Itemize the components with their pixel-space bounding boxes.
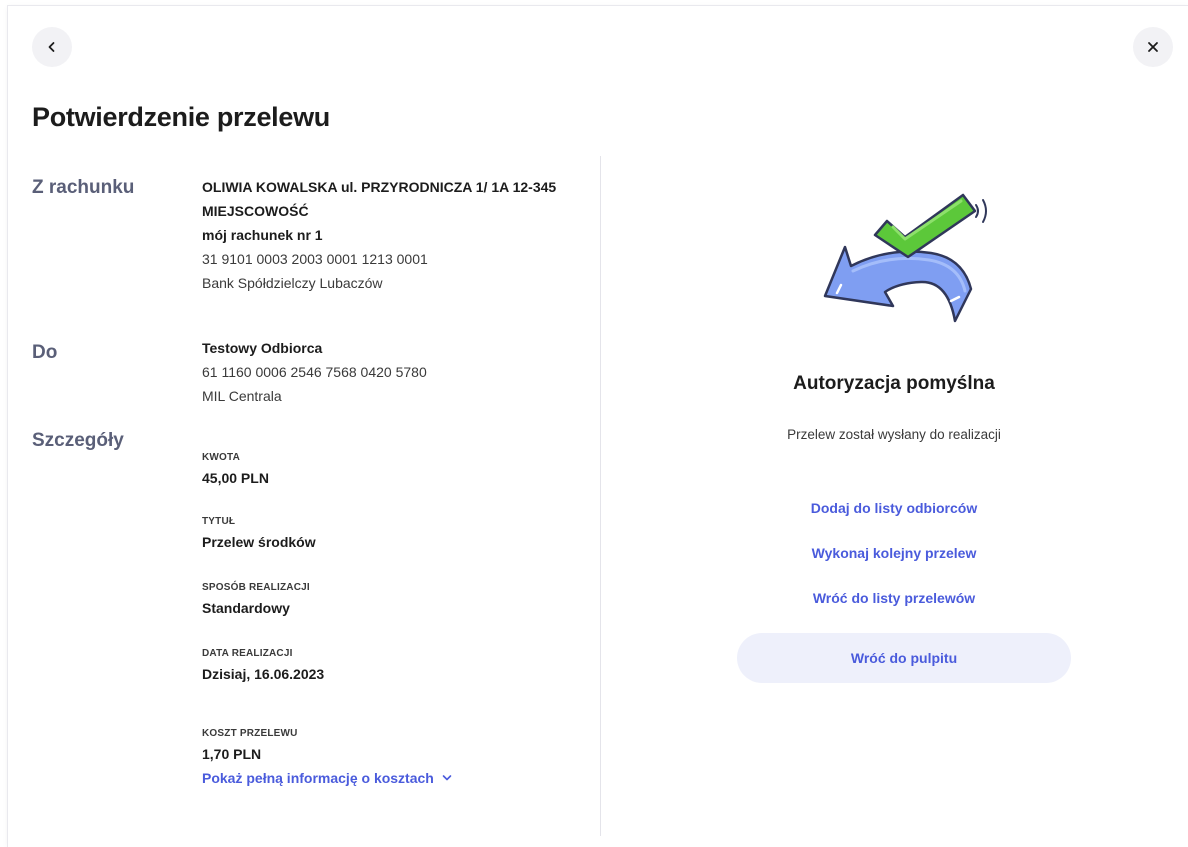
- execution-mode-value: Standardowy: [202, 600, 290, 616]
- from-account-info: OLIWIA KOWALSKA ul. PRZYRODNICZA 1/ 1A 1…: [202, 175, 556, 295]
- to-account-info: Testowy Odbiorca 61 1160 0006 2546 7568 …: [202, 336, 427, 408]
- execution-date-label: DATA REALIZACJI: [202, 648, 293, 659]
- recipient-bank-name: MIL Centrala: [202, 388, 282, 404]
- execution-mode-label: SPOSÓB REALIZACJI: [202, 582, 310, 593]
- chevron-down-icon: [442, 775, 452, 781]
- back-to-dashboard-label: Wróć do pulpitu: [850, 650, 958, 666]
- execution-date-field: DATA REALIZACJI Dzisiaj, 16.06.2023: [202, 647, 324, 685]
- recipient-account-number: 61 1160 0006 2546 7568 0420 5780: [202, 364, 427, 380]
- transfer-cost-value: 1,70 PLN: [202, 746, 262, 762]
- details-label: Szczegóły: [32, 430, 124, 451]
- from-owner-line2: MIEJSCOWOŚĆ: [202, 203, 309, 219]
- back-to-transfers-link[interactable]: Wróć do listy przelewów: [600, 590, 1188, 606]
- to-account-label: Do: [32, 342, 58, 363]
- transfer-cost-field: KOSZT PRZELEWU 1,70 PLN: [202, 727, 298, 765]
- column-divider: [600, 156, 601, 836]
- title-field: TYTUŁ Przelew środków: [202, 515, 316, 553]
- amount-value: 45,00 PLN: [202, 470, 269, 486]
- success-transfer-illustration: [823, 193, 987, 323]
- show-cost-details-link[interactable]: Pokaż pełną informację o kosztach: [202, 770, 452, 786]
- execution-date-value: Dzisiaj, 16.06.2023: [202, 666, 325, 682]
- execution-mode-field: SPOSÓB REALIZACJI Standardowy: [202, 581, 310, 619]
- from-account-number: 31 9101 0003 2003 0001 1213 0001: [202, 251, 428, 267]
- amount-label: KWOTA: [202, 452, 241, 463]
- back-to-dashboard-button[interactable]: Wróć do pulpitu: [737, 633, 1071, 683]
- chevron-left-icon: [48, 42, 55, 52]
- title-label: TYTUŁ: [202, 516, 236, 527]
- amount-field: KWOTA 45,00 PLN: [202, 451, 269, 489]
- transfer-cost-label: KOSZT PRZELEWU: [202, 728, 298, 739]
- close-button[interactable]: [1133, 27, 1173, 67]
- new-transfer-link[interactable]: Wykonaj kolejny przelew: [600, 545, 1188, 561]
- recipient-name: Testowy Odbiorca: [202, 340, 323, 356]
- title-value: Przelew środków: [202, 534, 316, 550]
- from-account-label: Z rachunku: [32, 177, 135, 198]
- add-to-recipients-link[interactable]: Dodaj do listy odbiorców: [600, 500, 1188, 516]
- success-title: Autoryzacja pomyślna: [793, 373, 995, 394]
- success-subtitle: Przelew został wysłany do realizacji: [787, 427, 1001, 442]
- page-title: Potwierdzenie przelewu: [32, 102, 330, 132]
- back-button[interactable]: [32, 27, 72, 67]
- show-cost-details-label: Pokaż pełną informację o kosztach: [202, 770, 434, 786]
- from-account-name: mój rachunek nr 1: [202, 227, 323, 243]
- confirmation-panel: Potwierdzenie przelewu Z rachunku OLIWIA…: [8, 6, 1188, 847]
- from-owner-line1: OLIWIA KOWALSKA ul. PRZYRODNICZA 1/ 1A 1…: [202, 179, 557, 195]
- from-bank-name: Bank Spółdzielczy Lubaczów: [202, 275, 383, 291]
- close-icon: [1148, 42, 1158, 52]
